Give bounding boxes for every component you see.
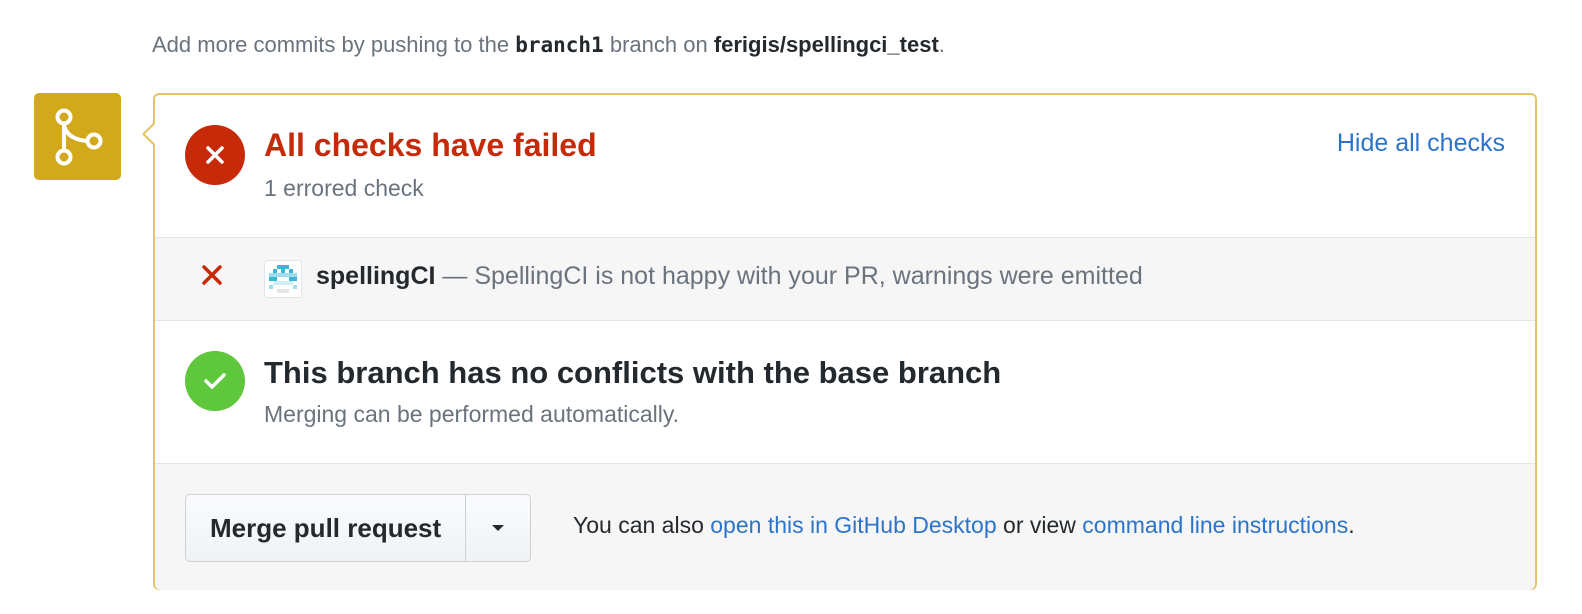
check-message: SpellingCI is not happy with your PR, wa… bbox=[474, 262, 1143, 290]
spellingci-avatar bbox=[264, 260, 302, 298]
merge-pull-request-button[interactable]: Merge pull request bbox=[186, 495, 467, 561]
merge-status-panel: All checks have failed 1 errored check H… bbox=[142, 93, 1537, 590]
push-hint: Add more commits by pushing to the branc… bbox=[152, 28, 945, 62]
merge-method-dropdown[interactable] bbox=[466, 495, 530, 561]
check-circle-icon bbox=[185, 351, 245, 411]
checks-summary-section: All checks have failed 1 errored check H… bbox=[155, 95, 1535, 238]
checks-status-subtitle: 1 errored check bbox=[264, 175, 424, 201]
check-app-name[interactable]: spellingCI bbox=[316, 262, 435, 290]
caret-down-icon bbox=[492, 525, 505, 531]
hide-all-checks-link[interactable]: Hide all checks bbox=[1337, 129, 1505, 158]
merge-alt-middle: or view bbox=[1003, 512, 1076, 538]
command-line-instructions-link[interactable]: command line instructions bbox=[1082, 512, 1348, 538]
conflicts-title: This branch has no conflicts with the ba… bbox=[264, 355, 1002, 390]
conflicts-subtitle: Merging can be performed automatically. bbox=[264, 401, 680, 427]
merge-alternatives: You can also open this in GitHub Desktop… bbox=[573, 512, 1355, 539]
check-row: spellingCI — SpellingCI is not happy wit… bbox=[155, 238, 1535, 321]
check-description: spellingCI — SpellingCI is not happy wit… bbox=[316, 262, 1143, 291]
merge-alt-suffix: . bbox=[1348, 512, 1355, 538]
github-desktop-link[interactable]: open this in GitHub Desktop bbox=[710, 512, 996, 538]
checks-status-title: All checks have failed bbox=[264, 127, 597, 163]
checks-failed-icon bbox=[185, 125, 245, 185]
merge-alt-prefix: You can also bbox=[573, 512, 704, 538]
git-merge-icon bbox=[34, 93, 121, 180]
conflicts-section: This branch has no conflicts with the ba… bbox=[155, 321, 1535, 464]
hint-branch-name: branch1 bbox=[515, 33, 604, 57]
hint-repo-name: ferigis/spellingci_test bbox=[713, 32, 939, 57]
merge-section: Merge pull request You can also open thi… bbox=[155, 464, 1535, 590]
hint-middle: branch on bbox=[609, 32, 708, 57]
x-icon bbox=[201, 264, 223, 291]
check-separator: — bbox=[442, 262, 468, 290]
merge-button-group: Merge pull request bbox=[185, 494, 532, 562]
hint-suffix: . bbox=[938, 32, 945, 57]
hint-prefix: Add more commits by pushing to the bbox=[152, 32, 510, 57]
